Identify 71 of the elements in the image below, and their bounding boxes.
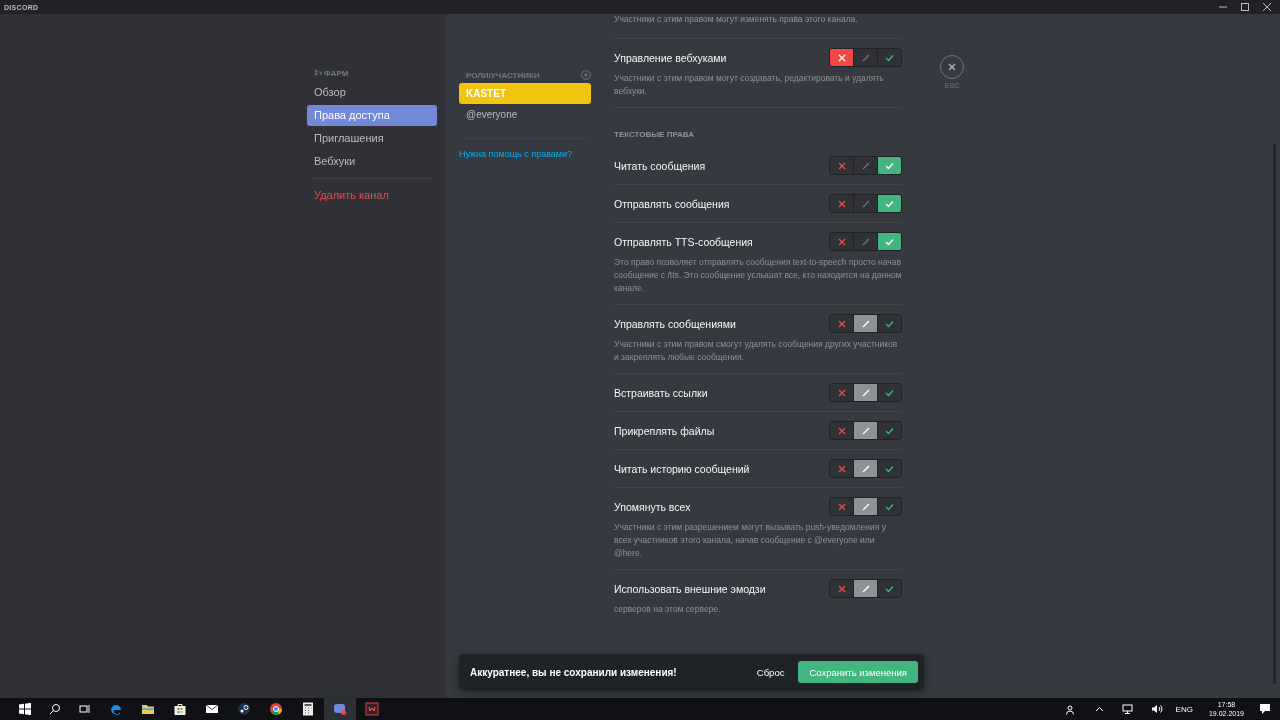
- sidebar-item[interactable]: Приглашения: [307, 128, 437, 149]
- permission-description: Участники с этим разрешением могут вызывать push-уведомления у всех участников этого канала, начав сообщение с @everyone или @here.: [614, 521, 887, 560]
- slash-icon[interactable]: [861, 237, 870, 246]
- help-link[interactable]: Нужна помощь с правами?: [459, 149, 573, 159]
- permission-description: серверов на этом сервере.: [614, 603, 722, 616]
- sidebar-item[interactable]: Вебхуки: [307, 151, 437, 172]
- permission-title: Читать сообщения: [614, 159, 706, 172]
- deny-icon[interactable]: [837, 237, 846, 246]
- search-icon[interactable]: [49, 703, 61, 715]
- reset-button[interactable]: Сброс: [752, 662, 789, 682]
- deny-icon[interactable]: [837, 388, 846, 397]
- bag-icon: [173, 702, 187, 716]
- permission-title: Отправлять TTS-сообщения: [614, 235, 753, 248]
- caret-up-icon[interactable]: [1094, 706, 1104, 712]
- permission-title: Прикреплять файлы: [614, 424, 715, 437]
- notice-text: Аккуратнее, вы не сохранили изменения!: [470, 666, 678, 678]
- deny-icon[interactable]: [837, 464, 846, 473]
- permission-title: Отправлять сообщения: [614, 197, 730, 210]
- start-icon[interactable]: [19, 703, 31, 715]
- folder-icon: [141, 702, 155, 716]
- check-icon[interactable]: [885, 464, 894, 473]
- task-view-icon[interactable]: [79, 703, 91, 715]
- permission-description: Участники с этим правом могут создавать, редактировать и удалять вебхуки.: [614, 72, 885, 98]
- deny-icon[interactable]: [837, 199, 846, 208]
- check-icon[interactable]: [885, 584, 894, 593]
- check-icon[interactable]: [885, 388, 894, 397]
- steam-icon: [237, 702, 251, 716]
- channel-icon: [314, 69, 322, 77]
- close-icon: [947, 62, 957, 72]
- section-heading: ТЕКСТОВЫЕ ПРАВА: [614, 129, 695, 141]
- browser-icon: [109, 702, 123, 716]
- close-icon[interactable]: [1262, 2, 1272, 12]
- role-item[interactable]: @everyone: [459, 104, 591, 125]
- slash-icon[interactable]: [861, 53, 870, 62]
- chrome-icon: [269, 702, 283, 716]
- notification-icon[interactable]: [1259, 703, 1271, 715]
- deny-icon[interactable]: [837, 319, 846, 328]
- channel-heading: ФАРМ: [324, 68, 349, 78]
- permission-title: Упомянуть всех: [614, 500, 691, 513]
- permission-title: Читать историю сообщений: [614, 462, 750, 475]
- chat-app-icon: [333, 702, 347, 716]
- check-icon[interactable]: [885, 426, 894, 435]
- app-icon: [365, 702, 379, 716]
- check-icon[interactable]: [885, 319, 894, 328]
- check-icon[interactable]: [885, 53, 894, 62]
- sidebar-item[interactable]: Удалить канал: [307, 185, 437, 206]
- deny-icon[interactable]: [837, 161, 846, 170]
- language-indicator[interactable]: ENG: [1175, 704, 1193, 714]
- sidebar-item[interactable]: Права доступа: [307, 105, 437, 126]
- deny-icon[interactable]: [837, 426, 846, 435]
- sidebar-item[interactable]: Обзор: [307, 82, 437, 103]
- add-icon[interactable]: [581, 70, 591, 80]
- permission-title: Встраивать ссылки: [614, 386, 708, 399]
- calculator-icon: [302, 702, 314, 716]
- deny-icon[interactable]: [837, 584, 846, 593]
- permission-description: Участники с этим правом могут изменять права этого канала.: [614, 14, 902, 39]
- roles-heading: РОЛИ/УЧАСТНИКИ: [466, 70, 540, 80]
- permission-title: Управлять сообщениями: [614, 317, 736, 330]
- permission-description: Это право позволяет отправлять сообщения text-to-speech просто начав сообщение с /tts. Это сообщение услышат все, кто находится на данном канале.: [614, 256, 902, 295]
- people-icon[interactable]: [1065, 703, 1077, 715]
- network-icon[interactable]: [1121, 704, 1133, 714]
- permission-description: Участники с этим правом смогут удалять сообщения других участников и закреплять любые сообщения.: [614, 338, 899, 364]
- permission-title: Управление вебхуками: [614, 51, 727, 64]
- slash-icon[interactable]: [861, 161, 870, 170]
- deny-icon[interactable]: [837, 502, 846, 511]
- slash-icon[interactable]: [861, 199, 870, 208]
- check-icon[interactable]: [885, 502, 894, 511]
- maximize-icon[interactable]: [1240, 2, 1250, 12]
- permission-title: Использовать внешние эмодзи: [614, 582, 766, 595]
- volume-icon[interactable]: [1150, 704, 1163, 714]
- mail-icon: [205, 702, 219, 716]
